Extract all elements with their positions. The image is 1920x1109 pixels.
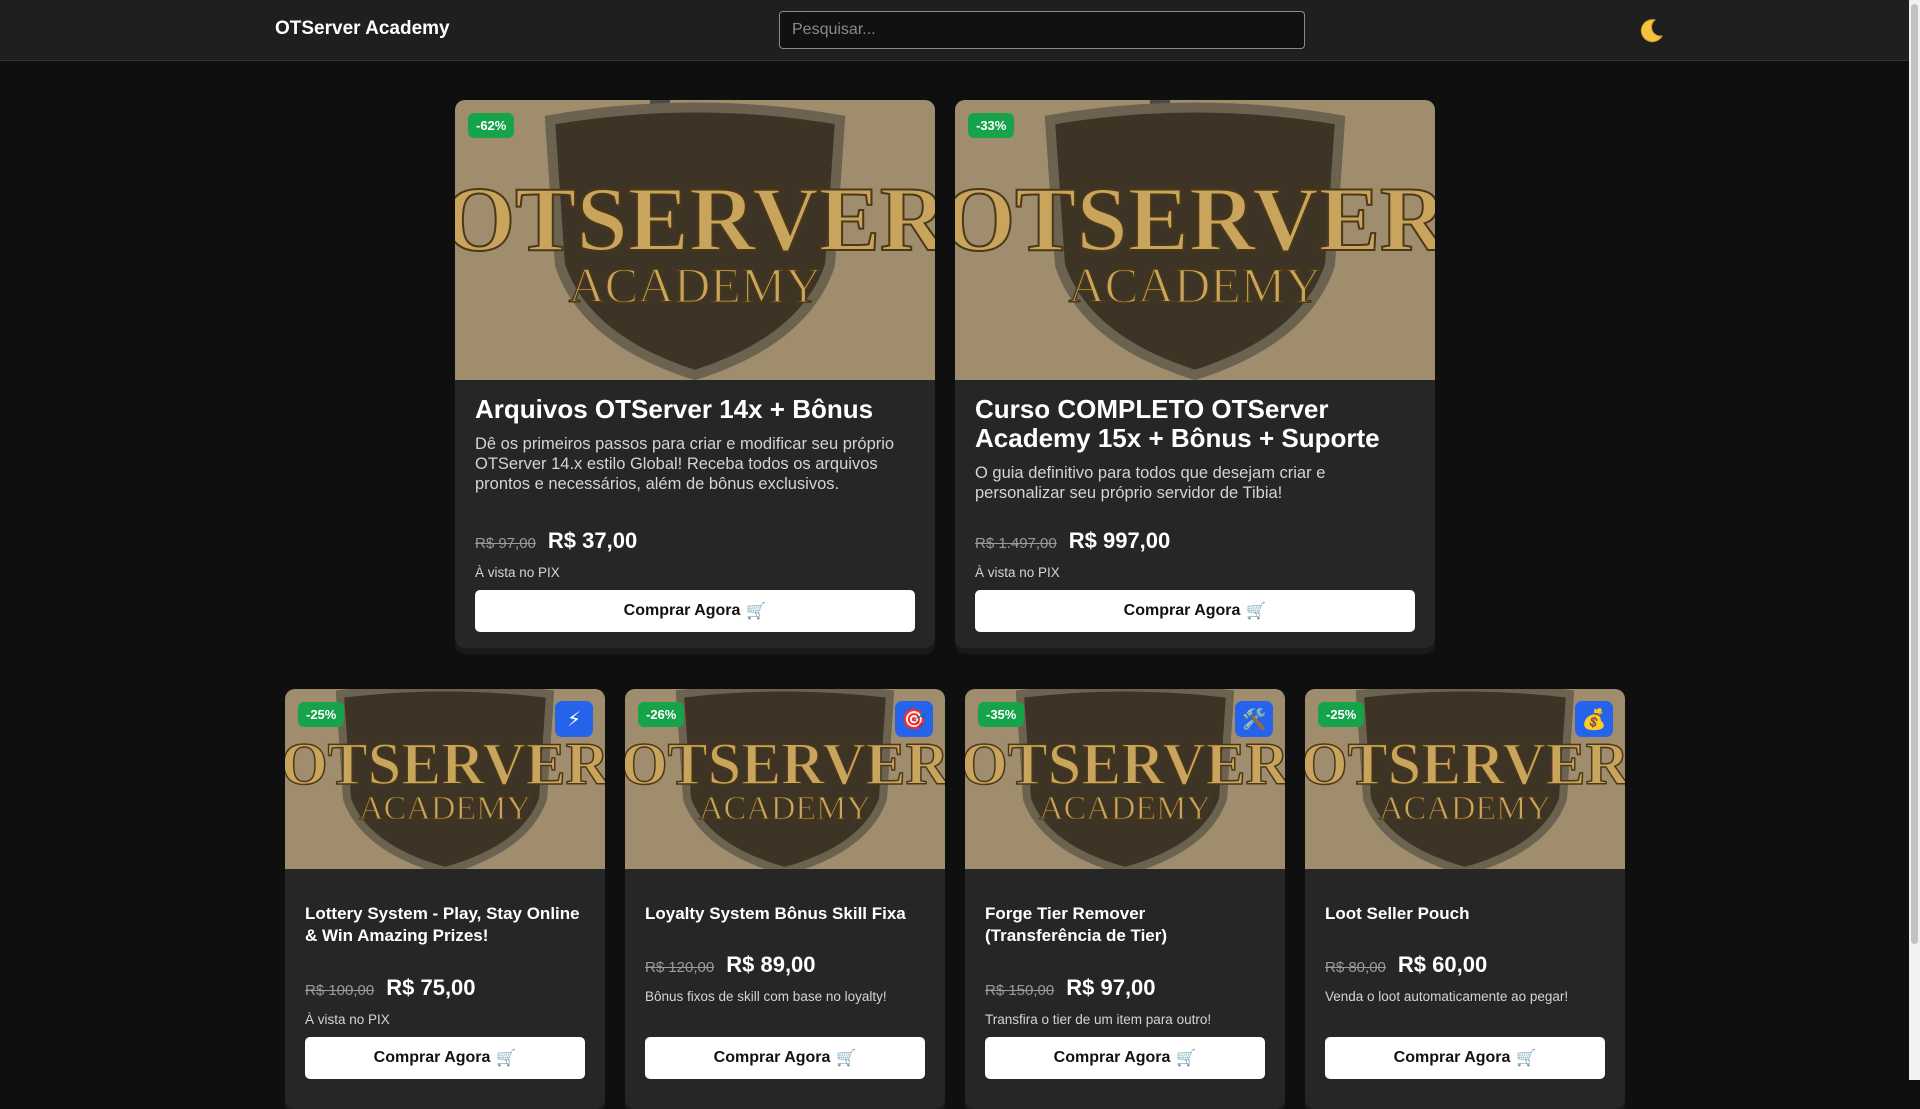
buy-button-label: Comprar Agora [373,1049,491,1066]
buy-now-button[interactable]: Comprar Agora 🛒 [975,590,1415,632]
current-price: R$ 60,00 [1397,952,1488,977]
money-bag-icon: 💰 [1575,701,1613,737]
current-price: R$ 997,00 [1068,528,1171,553]
price-row: R$ 80,00 R$ 60,00 [1325,952,1487,978]
product-title: Lottery System - Play, Stay Online & Win… [305,904,580,945]
old-price: R$ 1.497,00 [975,535,1057,552]
product-note: À vista no PIX [305,1012,390,1027]
svg-text:ACADEMY: ACADEMY [1069,257,1322,313]
svg-text:ACADEMY: ACADEMY [1039,790,1211,827]
page-scrollbar[interactable] [1909,0,1920,1080]
svg-text:OTSERVER: OTSERVER [965,731,1285,797]
price-row: R$ 97,00 R$ 37,00 [475,528,637,554]
product-title: Forge Tier Remover (Transferência de Tie… [985,904,1168,945]
buy-button-label: Comprar Agora [713,1049,831,1066]
svg-text:ACADEMY: ACADEMY [699,790,871,827]
top-navbar: OTServer Academy [0,0,1909,61]
scrollbar-thumb[interactable] [1911,4,1918,944]
product-logo-image[interactable]: OTSERVER ACADEMY [455,100,935,380]
discount-badge: -35% [978,702,1025,727]
price-row: R$ 150,00 R$ 97,00 [985,975,1156,1001]
buy-now-button[interactable]: Comprar Agora 🛒 [985,1037,1265,1079]
svg-text:OTSERVER: OTSERVER [625,731,945,797]
buy-button-label: Comprar Agora [623,602,741,619]
product-card: OTSERVER ACADEMY -35% 🛠️ Forge Tier Remo… [965,689,1285,1109]
lightning-icon: ⚡ [555,701,593,737]
svg-text:OTSERVER: OTSERVER [955,168,1435,270]
svg-text:ACADEMY: ACADEMY [569,257,822,313]
product-title: Curso COMPLETO OTServer Academy 15x + Bô… [975,394,1380,453]
discount-badge: -25% [1318,702,1365,727]
buy-button-label: Comprar Agora [1393,1049,1511,1066]
price-row: R$ 1.497,00 R$ 997,00 [975,528,1170,554]
discount-badge: -62% [468,113,515,138]
buy-now-button[interactable]: Comprar Agora 🛒 [305,1037,585,1079]
discount-badge: -26% [638,702,685,727]
svg-text:OTSERVER: OTSERVER [1305,731,1625,797]
old-price: R$ 150,00 [985,982,1055,999]
current-price: R$ 37,00 [547,528,638,553]
old-price: R$ 100,00 [305,982,375,999]
svg-text:OTSERVER: OTSERVER [285,731,605,797]
price-row: R$ 120,00 R$ 89,00 [645,952,816,978]
buy-button-label: Comprar Agora [1123,602,1241,619]
product-note: Venda o loot automaticamente ao pegar! [1325,989,1569,1004]
target-icon: 🎯 [895,701,933,737]
current-price: R$ 89,00 [726,952,816,977]
old-price: R$ 80,00 [1325,959,1386,976]
product-title: Arquivos OTServer 14x + Bônus [475,394,874,424]
product-logo-image[interactable]: OTSERVER ACADEMY [955,100,1435,380]
cart-icon: 🛒 [496,1050,517,1067]
buy-now-button[interactable]: Comprar Agora 🛒 [1325,1037,1605,1079]
moon-icon[interactable] [1636,16,1666,46]
cart-icon: 🛒 [746,603,767,620]
current-price: R$ 97,00 [1066,975,1156,1000]
old-price: R$ 97,00 [475,535,536,552]
product-note: Bônus fixos de skill com base no loyalty… [645,989,887,1004]
cart-icon: 🛒 [1516,1050,1537,1067]
current-price: R$ 75,00 [386,975,476,1000]
product-card: OTSERVER ACADEMY -25% ⚡ Lottery System -… [285,689,605,1109]
product-description: Dê os primeiros passos para criar e modi… [475,435,895,493]
cart-icon: 🛒 [1176,1050,1197,1067]
product-title: Loot Seller Pouch [1325,904,1470,923]
search-input[interactable] [779,11,1305,49]
featured-product-card: OTSERVER ACADEMY -33% Curso COMPLETO OTS… [955,100,1435,648]
product-description: O guia definitivo para todos que desejam… [975,464,1326,502]
featured-product-card: OTSERVER ACADEMY -62% Arquivos OTServer … [455,100,935,648]
payment-note: À vista no PIX [475,565,560,580]
discount-badge: -25% [298,702,345,727]
buy-button-label: Comprar Agora [1053,1049,1171,1066]
cart-icon: 🛒 [836,1050,857,1067]
payment-note: À vista no PIX [975,565,1060,580]
product-title: Loyalty System Bônus Skill Fixa [645,904,906,923]
discount-badge: -33% [968,113,1015,138]
tools-icon: 🛠️ [1235,701,1273,737]
svg-text:ACADEMY: ACADEMY [1379,790,1551,827]
svg-text:ACADEMY: ACADEMY [359,790,531,827]
old-price: R$ 120,00 [645,959,715,976]
product-card: OTSERVER ACADEMY -26% 🎯 Loyalty System B… [625,689,945,1109]
svg-text:OTSERVER: OTSERVER [455,168,935,270]
cart-icon: 🛒 [1246,603,1267,620]
price-row: R$ 100,00 R$ 75,00 [305,975,476,1001]
product-note: Transfira o tier de um item para outro! [985,1012,1212,1027]
buy-now-button[interactable]: Comprar Agora 🛒 [645,1037,925,1079]
site-brand[interactable]: OTServer Academy [275,18,450,40]
buy-now-button[interactable]: Comprar Agora 🛒 [475,590,915,632]
product-card: OTSERVER ACADEMY -25% 💰 Loot Seller Pouc… [1305,689,1625,1109]
